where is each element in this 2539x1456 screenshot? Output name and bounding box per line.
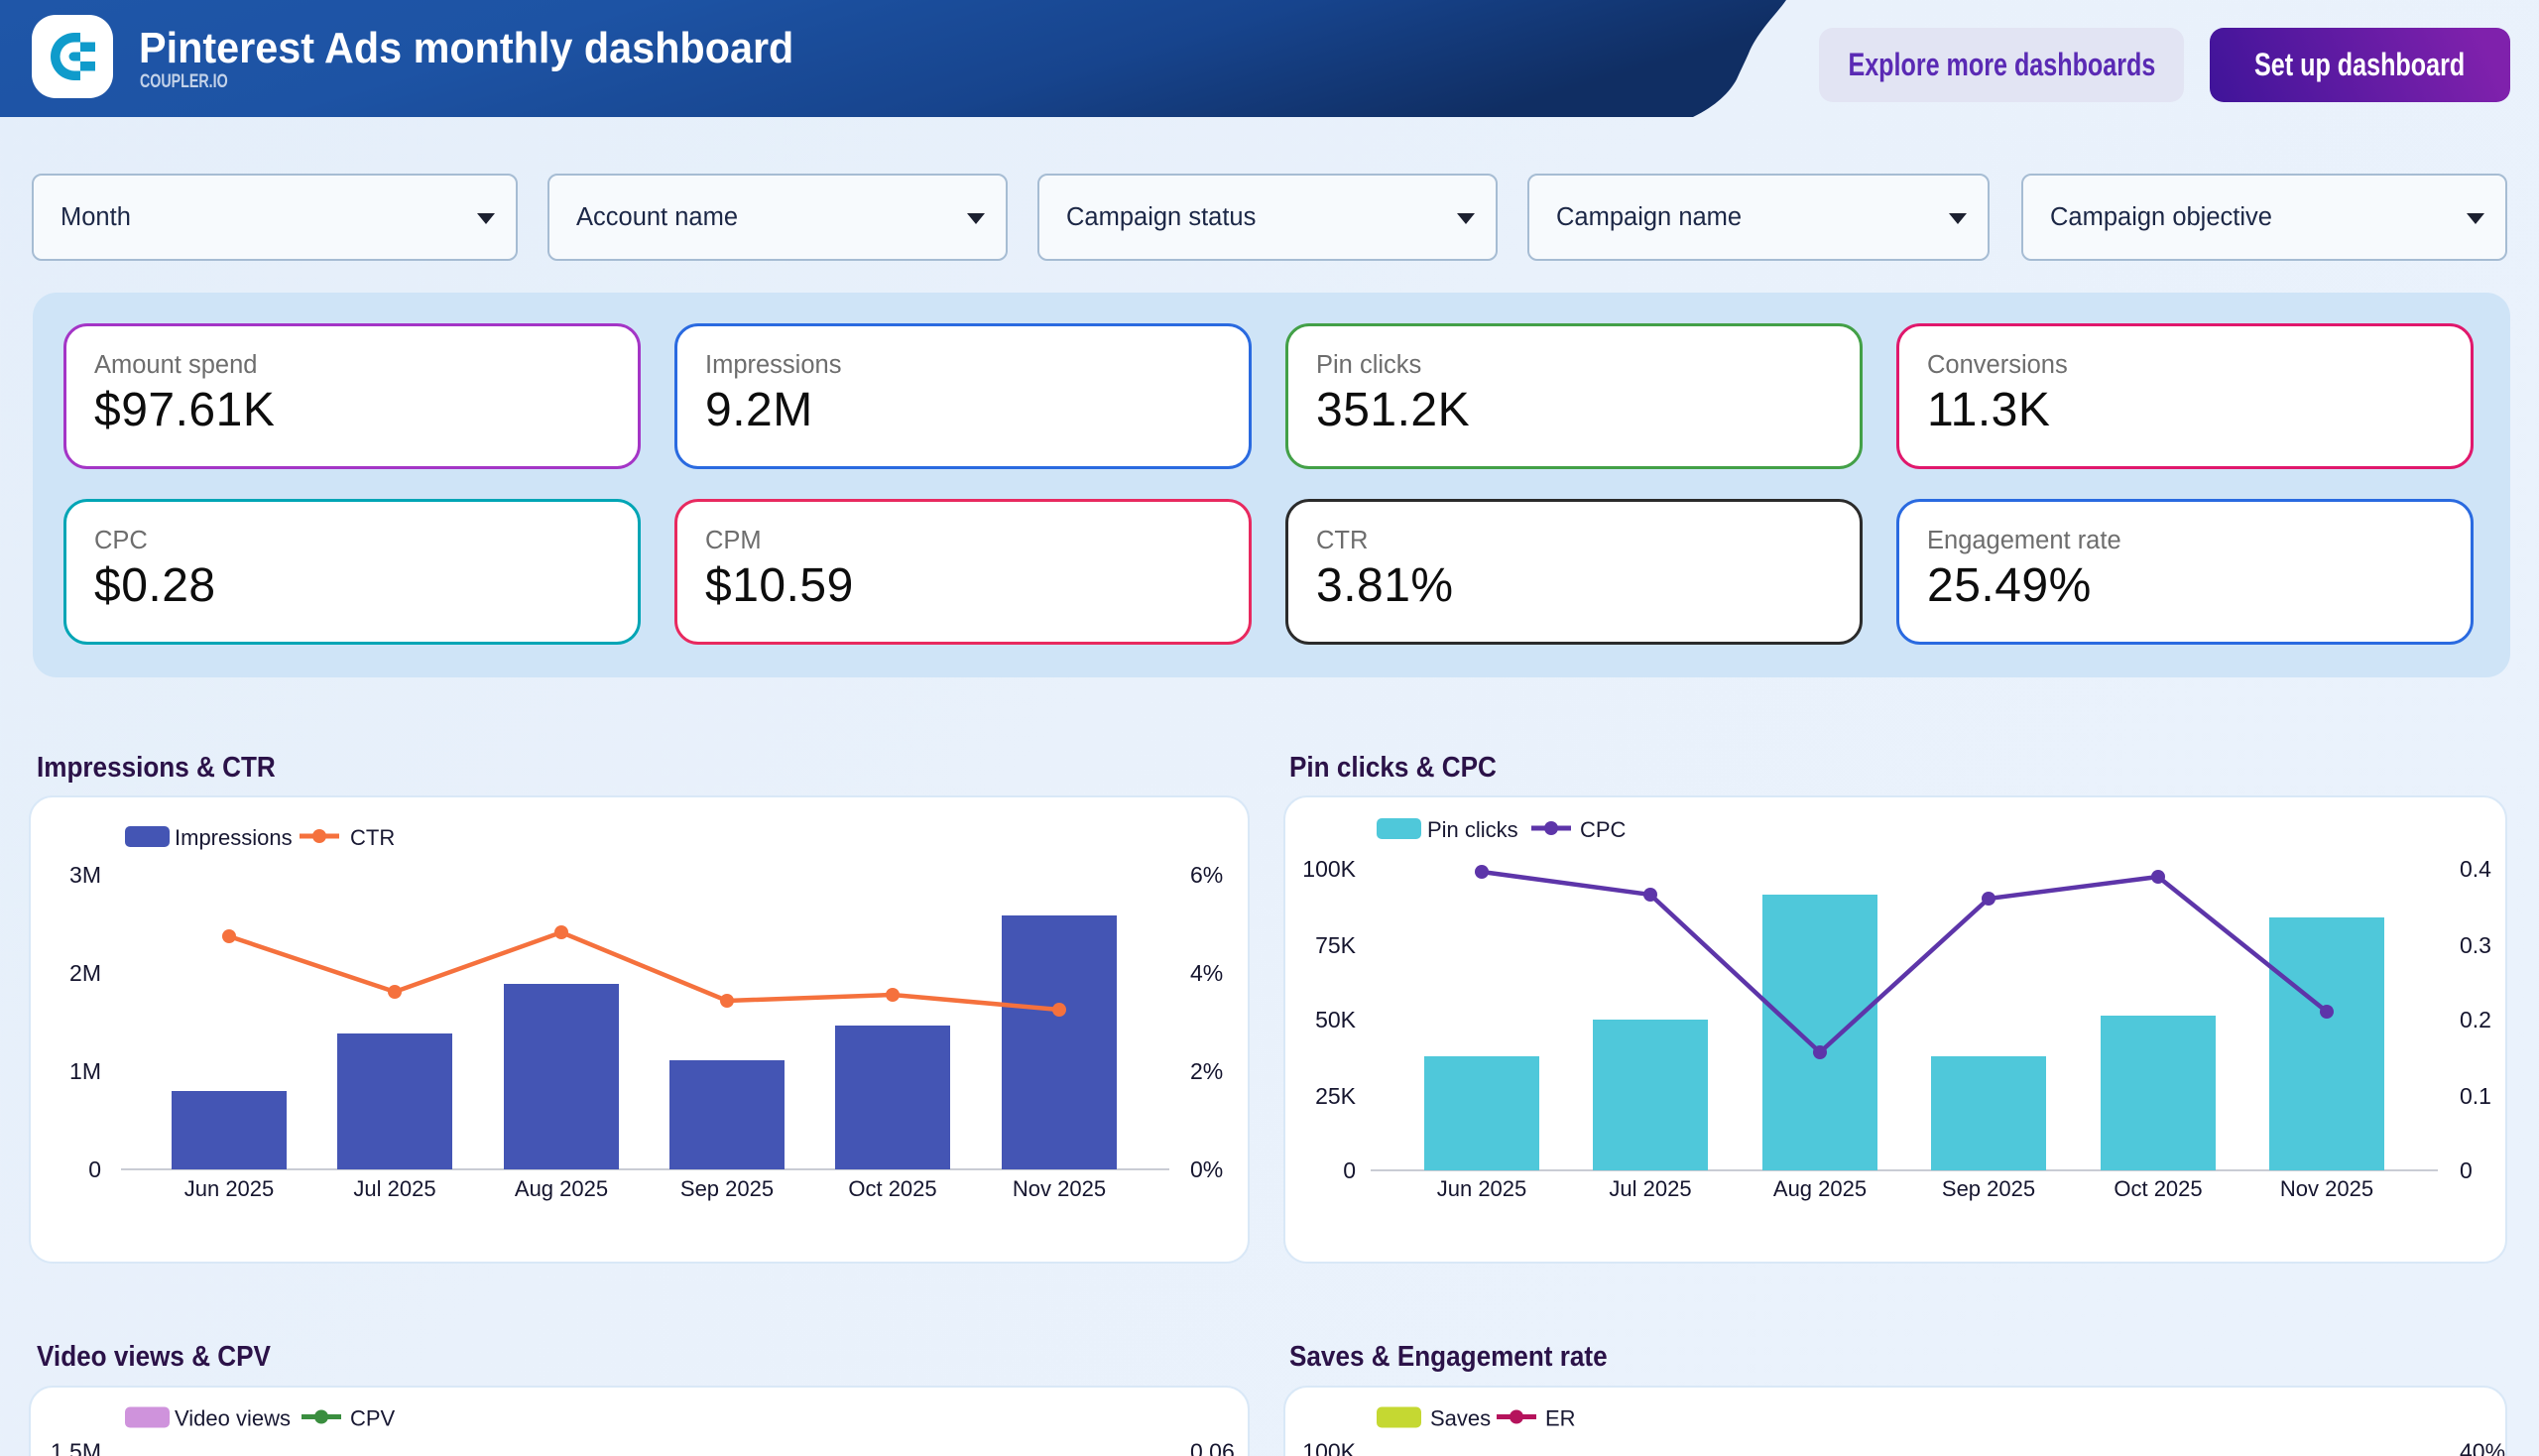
- svg-text:Jul 2025: Jul 2025: [1609, 1176, 1691, 1201]
- svg-text:0: 0: [88, 1156, 101, 1182]
- svg-text:0: 0: [2460, 1157, 2473, 1183]
- svg-text:CTR: CTR: [350, 825, 395, 850]
- svg-text:0.4: 0.4: [2460, 856, 2491, 882]
- svg-text:1.5M: 1.5M: [51, 1439, 101, 1456]
- svg-text:CPV: CPV: [350, 1406, 396, 1431]
- svg-text:6%: 6%: [1190, 862, 1223, 888]
- svg-text:CPC: CPC: [1580, 817, 1627, 842]
- svg-text:Nov 2025: Nov 2025: [2280, 1176, 2373, 1201]
- svg-text:0.3: 0.3: [2460, 932, 2491, 958]
- svg-text:Pin clicks: Pin clicks: [1427, 817, 1518, 842]
- svg-text:Aug 2025: Aug 2025: [1773, 1176, 1867, 1201]
- svg-text:50K: 50K: [1315, 1007, 1357, 1032]
- svg-text:Oct 2025: Oct 2025: [2114, 1176, 2202, 1201]
- svg-text:100K: 100K: [1302, 856, 1356, 882]
- svg-text:4%: 4%: [1190, 960, 1223, 986]
- svg-text:25K: 25K: [1315, 1083, 1357, 1109]
- svg-text:Jun 2025: Jun 2025: [1437, 1176, 1527, 1201]
- svg-text:0.1: 0.1: [2460, 1083, 2491, 1109]
- svg-text:Nov 2025: Nov 2025: [1013, 1176, 1106, 1201]
- svg-text:100K: 100K: [1302, 1439, 1356, 1456]
- svg-text:Jul 2025: Jul 2025: [353, 1176, 435, 1201]
- svg-text:2M: 2M: [69, 960, 101, 986]
- svg-text:75K: 75K: [1315, 932, 1357, 958]
- svg-text:Sep 2025: Sep 2025: [680, 1176, 774, 1201]
- svg-text:2%: 2%: [1190, 1058, 1223, 1084]
- svg-text:0.2: 0.2: [2460, 1007, 2491, 1032]
- svg-text:ER: ER: [1545, 1406, 1576, 1431]
- svg-text:Oct 2025: Oct 2025: [848, 1176, 936, 1201]
- svg-text:3M: 3M: [69, 862, 101, 888]
- svg-text:1M: 1M: [69, 1058, 101, 1084]
- svg-text:Aug 2025: Aug 2025: [515, 1176, 608, 1201]
- svg-text:Sep 2025: Sep 2025: [1942, 1176, 2035, 1201]
- svg-text:Jun 2025: Jun 2025: [184, 1176, 275, 1201]
- svg-text:Video views: Video views: [175, 1406, 291, 1431]
- svg-text:0%: 0%: [1190, 1156, 1223, 1182]
- svg-text:0.06: 0.06: [1190, 1439, 1235, 1456]
- svg-text:Impressions: Impressions: [175, 825, 293, 850]
- svg-text:0: 0: [1343, 1157, 1356, 1183]
- svg-text:Saves: Saves: [1430, 1406, 1491, 1431]
- svg-text:40%: 40%: [2460, 1439, 2505, 1456]
